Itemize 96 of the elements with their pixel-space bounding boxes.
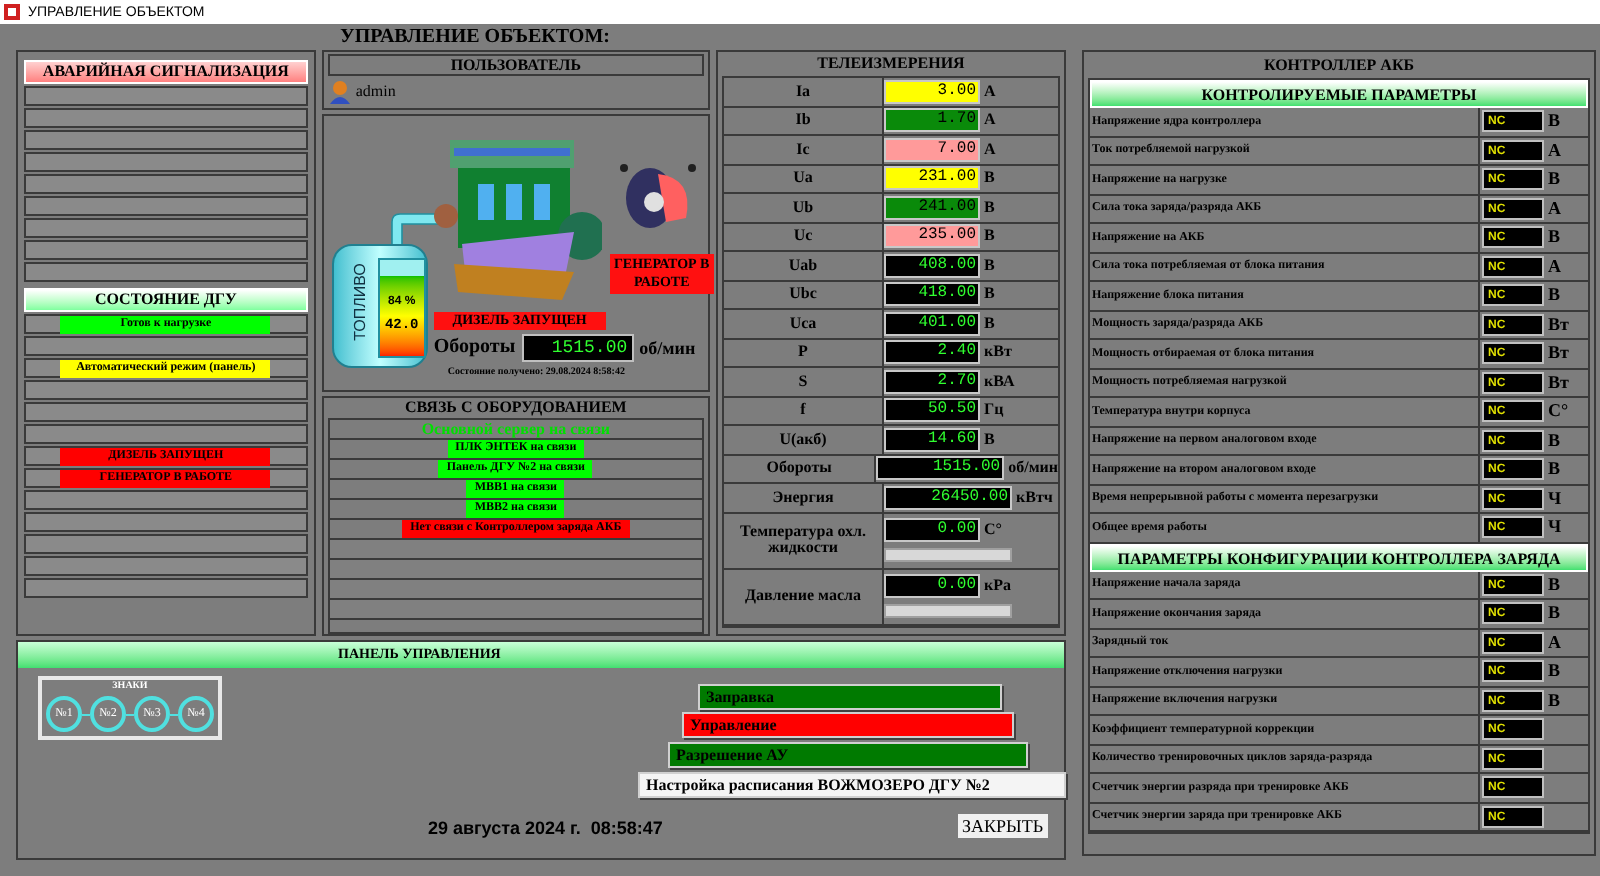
panel-header: АВАРИЙНАЯ СИГНАЛИЗАЦИЯ xyxy=(24,60,308,84)
value-display: 2.70 xyxy=(884,369,980,394)
rpm-unit: об/мин xyxy=(639,339,696,357)
unit-label: В xyxy=(984,431,995,448)
unit-label: А xyxy=(1548,141,1561,160)
value-display: 14.60 xyxy=(884,427,980,452)
unit-label: В xyxy=(984,257,995,274)
value-display: 408.00 xyxy=(884,253,980,278)
unit-label: В xyxy=(1548,575,1561,594)
control-button[interactable]: Разрешение АУ xyxy=(668,742,1028,768)
section-header: КОНТРОЛИРУЕМЫЕ ПАРАМЕТРЫ xyxy=(1090,80,1588,108)
value-display: 0.00 xyxy=(884,518,980,542)
value-display: 241.00 xyxy=(884,195,980,220)
value-display: 50.50 xyxy=(884,398,980,423)
unit-label: С° xyxy=(1548,402,1569,421)
unit-label: кРа xyxy=(984,578,1011,594)
unit-label: В xyxy=(1548,286,1561,305)
unit-label: В xyxy=(1548,662,1561,681)
value-display: 401.00 xyxy=(884,311,980,336)
measurement-label: Ua xyxy=(793,170,813,187)
generator-drawing xyxy=(617,162,698,234)
measurement-label: Ubc xyxy=(789,286,817,303)
unit-label: об/мин xyxy=(1008,460,1058,477)
panel-header: КОНТРОЛЛЕР АКБ xyxy=(1261,54,1417,78)
measurement-label: Давление масла xyxy=(745,588,861,604)
control-button[interactable]: Настройка расписания ВОЖМОЗЕРО ДГУ №2 xyxy=(638,772,1066,798)
unit-label: В xyxy=(1548,691,1561,710)
measurement-label: Ub xyxy=(792,199,814,216)
page-heading: УПРАВЛЕНИЕ ОБЪЕКТОМ: xyxy=(338,24,612,50)
value-display: 2.40 xyxy=(884,340,980,365)
unit-label: В xyxy=(984,228,995,245)
unit-label: Гц xyxy=(984,402,1004,419)
value-display: 7.00 xyxy=(884,137,980,162)
user-icon xyxy=(329,80,350,104)
value-display: 418.00 xyxy=(884,282,980,307)
unit-label: В xyxy=(1548,431,1561,450)
measurement-label: Ib xyxy=(795,112,811,129)
rpm-label: Обороты xyxy=(433,338,516,358)
unit-label: В xyxy=(1548,604,1561,623)
measurement-label: Uab xyxy=(788,257,818,274)
control-button[interactable]: Управление xyxy=(682,712,1014,738)
unit-label: Ч xyxy=(1548,518,1562,537)
measurement-label: Энергия xyxy=(772,489,834,506)
close-button[interactable]: ЗАКРЫТЬ xyxy=(958,814,1048,838)
empty-bar xyxy=(884,548,1012,562)
unit-label: А xyxy=(984,83,996,100)
unit-label: А xyxy=(1548,199,1561,218)
value-display: 0.00 xyxy=(884,574,980,598)
unit-label: А xyxy=(1548,257,1561,276)
unit-label: В xyxy=(984,315,995,332)
panel-header: СВЯЗЬ С ОБОРУДОВАНИЕМ xyxy=(402,398,629,418)
unit-label: Вт xyxy=(1548,373,1569,392)
measurement-label: U(акб) xyxy=(779,431,827,448)
unit-label: С° xyxy=(984,522,1002,538)
value-display: 26450.00 xyxy=(884,485,1012,510)
panel-header: СОСТОЯНИЕ ДГУ xyxy=(24,288,308,312)
unit-label: В xyxy=(1548,170,1561,189)
unit-label: В xyxy=(984,199,995,216)
value-display: 3.00 xyxy=(884,79,980,104)
connection-status: Основной сервер на связи xyxy=(421,420,611,438)
control-button[interactable]: Заправка xyxy=(698,684,1002,710)
unit-label: кВтч xyxy=(1016,489,1053,506)
measurement-label: Ic xyxy=(796,141,810,158)
unit-label: А xyxy=(1548,633,1561,652)
unit-label: Ч xyxy=(1548,489,1562,508)
measurement-label: f xyxy=(800,402,806,419)
panel-header: ПОЛЬЗОВАТЕЛЬ xyxy=(327,54,704,76)
value-display: 1515.00 xyxy=(876,456,1005,481)
user-name: admin xyxy=(355,82,396,102)
measurement-label: Uca xyxy=(789,315,817,332)
unit-label: В xyxy=(1548,460,1561,479)
section-header: ПАРАМЕТРЫ КОНФИГУРАЦИИ КОНТРОЛЛЕРА ЗАРЯДА xyxy=(1090,543,1588,571)
unit-label: А xyxy=(984,112,996,129)
measurement-label: Ia xyxy=(795,83,811,100)
measurement-label: Обороты xyxy=(766,460,832,477)
tank-label: ТОПЛИВО xyxy=(352,263,369,341)
unit-label: В xyxy=(1548,112,1561,131)
unit-label: Вт xyxy=(1548,344,1569,363)
value-display: 1.70 xyxy=(884,108,980,133)
unit-label: Вт xyxy=(1548,315,1569,334)
date-time: 29 августа 2024 г. 08:58:47 xyxy=(428,820,663,838)
measurement-label: Температура охл. жидкости xyxy=(738,524,868,556)
value-display: 231.00 xyxy=(884,166,980,191)
value-display: 235.00 xyxy=(884,224,980,249)
unit-label: В xyxy=(1548,228,1561,247)
panel-header: ТЕЛЕИЗМЕРЕНИЯ xyxy=(815,52,967,76)
unit-label: В xyxy=(984,170,995,187)
unit-label: А xyxy=(984,141,996,158)
measurement-label: Uc xyxy=(793,228,813,245)
unit-label: кВА xyxy=(984,373,1015,390)
measurement-label: S xyxy=(798,373,808,390)
unit-label: кВт xyxy=(984,344,1012,361)
empty-bar xyxy=(884,604,1012,618)
measurement-label: P xyxy=(798,344,808,361)
unit-label: В xyxy=(984,286,995,303)
rpm-display: 1515.00 xyxy=(521,334,634,362)
